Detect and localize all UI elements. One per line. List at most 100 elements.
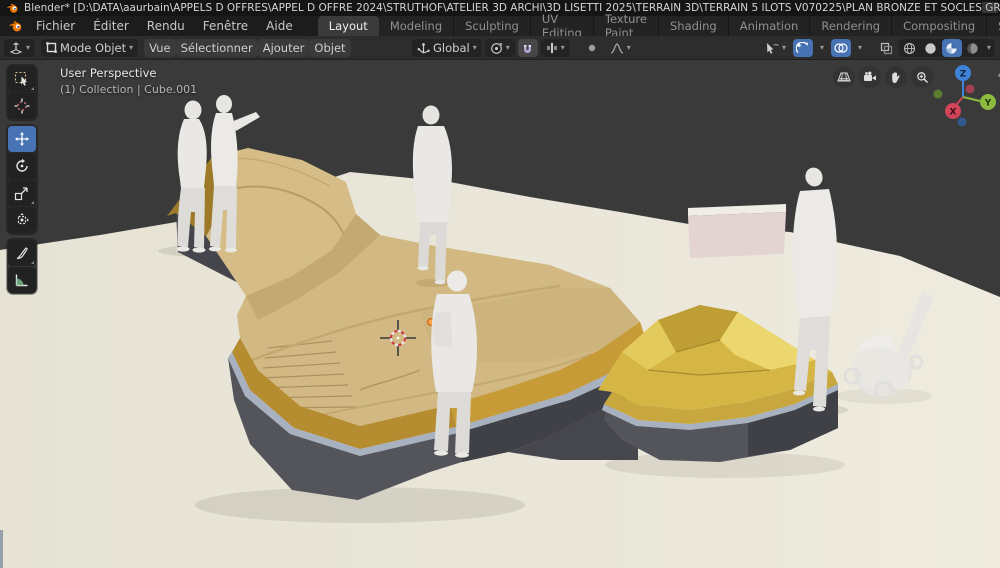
mode-dropdown[interactable]: Mode Objet ▾ (41, 39, 138, 57)
window-title: Blender* [D:\DATA\aaurbain\APPELS D OFFR… (24, 2, 1000, 14)
cursor-tool[interactable] (8, 93, 36, 119)
title-bar: Blender* [D:\DATA\aaurbain\APPELS D OFFR… (0, 0, 1000, 16)
blender-menu-icon[interactable] (8, 19, 23, 33)
top-bar: Fichier Éditer Rendu Fenêtre Aide Layout… (0, 16, 1000, 36)
select-box-icon (14, 71, 30, 87)
viewport-3d[interactable]: User Perspective (1) Collection | Cube.0… (0, 60, 1000, 568)
show-gizmo-toggle[interactable] (793, 39, 813, 57)
gizmo-axis-neg-z[interactable] (958, 118, 967, 127)
transform-orientation-dropdown[interactable]: Global ▾ (412, 39, 482, 57)
scale-tool[interactable] (8, 180, 36, 206)
gizmo-icon (796, 42, 809, 55)
tab-uv-editing[interactable]: UV Editing (531, 16, 594, 36)
measure-icon (14, 272, 30, 288)
toggle-perspective-button[interactable] (833, 66, 855, 88)
snap-with-dropdown[interactable]: ▾ (541, 39, 570, 57)
move-icon (14, 131, 30, 147)
viewport-nav-buttons (833, 66, 933, 88)
tab-rendering[interactable]: Rendering (810, 16, 892, 36)
cursor-tool-icon (14, 98, 30, 114)
tab-compositing[interactable]: Compositing (892, 16, 987, 36)
edge-sliver (0, 530, 3, 568)
tab-scripting[interactable]: Scripting (987, 16, 1000, 36)
menu-selectionner[interactable]: Sélectionner (176, 39, 258, 57)
annotate-tool[interactable] (8, 240, 36, 266)
proportional-falloff-dropdown[interactable]: ▾ (605, 39, 636, 57)
measure-tool[interactable] (8, 267, 36, 293)
pivot-point-icon (490, 42, 503, 55)
tab-modeling[interactable]: Modeling (379, 16, 454, 36)
snap-with-chevron-icon: ▾ (561, 44, 565, 52)
viewport-header: ▾ Mode Objet ▾ Vue Sélectionner Ajouter … (0, 36, 1000, 60)
magnet-icon (521, 42, 534, 55)
scene-render[interactable] (0, 60, 1000, 568)
menu-vue[interactable]: Vue (144, 39, 175, 57)
proportional-editing-toggle[interactable] (582, 39, 602, 57)
show-overlays-toggle[interactable] (831, 39, 851, 57)
menu-ajouter[interactable]: Ajouter (258, 39, 310, 57)
gizmo-axis-y[interactable]: Y (980, 94, 996, 110)
proportional-dot-icon (586, 42, 598, 54)
xray-toggle[interactable] (877, 39, 897, 57)
snap-toggle[interactable] (518, 39, 538, 57)
camera-icon (863, 71, 877, 83)
move-tool[interactable] (8, 126, 36, 152)
gizmo-dropdown[interactable]: ▾ (815, 39, 829, 57)
navigation-gizmo[interactable]: Z Y X (928, 60, 998, 130)
shading-rendered-button[interactable] (963, 39, 983, 57)
blender-logo-icon (6, 2, 19, 14)
visibility-dropdown[interactable]: ▾ (760, 39, 791, 57)
orientation-chevron-icon: ▾ (473, 44, 477, 52)
annotate-pen-icon (14, 245, 30, 261)
transform-icon (14, 212, 30, 228)
pivot-point-dropdown[interactable]: ▾ (485, 39, 515, 57)
falloff-curve-icon (610, 42, 624, 54)
tab-shading[interactable]: Shading (659, 16, 729, 36)
shading-solid-button[interactable] (921, 39, 941, 57)
active-object-label: (1) Collection | Cube.001 (60, 83, 197, 96)
svg-text:X: X (950, 108, 957, 118)
hand-icon (890, 71, 902, 84)
editor-type-button[interactable]: ▾ (4, 39, 35, 57)
mode-chevron-icon: ▾ (129, 44, 133, 52)
tab-sculpting[interactable]: Sculpting (454, 16, 531, 36)
shading-wireframe-button[interactable] (900, 39, 920, 57)
sign-board[interactable] (688, 204, 786, 258)
camera-view-button[interactable] (859, 66, 881, 88)
menu-fenetre[interactable]: Fenêtre (194, 16, 257, 36)
editor-3d-viewport-icon (9, 41, 23, 54)
selectability-visibility-icon (765, 42, 779, 55)
tab-layout[interactable]: Layout (318, 16, 379, 36)
solid-sphere-icon (924, 42, 937, 55)
menu-objet[interactable]: Objet (309, 39, 350, 57)
transform-tool[interactable] (8, 207, 36, 233)
visibility-chevron-icon: ▾ (782, 44, 786, 52)
workspace-tabs: Layout Modeling Sculpting UV Editing Tex… (318, 16, 1000, 36)
orientation-label: Global (433, 41, 470, 55)
svg-text:Y: Y (984, 99, 992, 109)
gizmo-axis-neg-x2[interactable] (966, 85, 975, 94)
menu-aide[interactable]: Aide (257, 16, 302, 36)
menu-editer[interactable]: Éditer (84, 16, 138, 36)
pan-view-button[interactable] (885, 66, 907, 88)
snap-target-icon (546, 42, 558, 54)
gizmo-axis-neg-y[interactable] (934, 90, 943, 99)
shading-material-button[interactable] (942, 39, 962, 57)
rotate-tool[interactable] (8, 153, 36, 179)
gizmo-axis-x[interactable]: X (945, 103, 961, 119)
shading-chevron-icon[interactable]: ▾ (984, 44, 994, 52)
gizmo-chevron-icon: ▾ (820, 44, 824, 52)
editor-type-chevron-icon: ▾ (26, 44, 30, 52)
tool-shelf (7, 65, 37, 294)
xray-icon (880, 42, 893, 55)
window-controls[interactable] (982, 2, 998, 13)
menu-rendu[interactable]: Rendu (138, 16, 194, 36)
tab-animation[interactable]: Animation (729, 16, 811, 36)
tab-texture-paint[interactable]: Texture Paint (594, 16, 659, 36)
gizmo-axis-z[interactable]: Z (955, 65, 971, 81)
overlays-dropdown[interactable]: ▾ (853, 39, 867, 57)
zoom-icon (916, 71, 929, 84)
select-box-tool[interactable] (8, 66, 36, 92)
falloff-chevron-icon: ▾ (627, 44, 631, 52)
menu-fichier[interactable]: Fichier (27, 16, 84, 36)
